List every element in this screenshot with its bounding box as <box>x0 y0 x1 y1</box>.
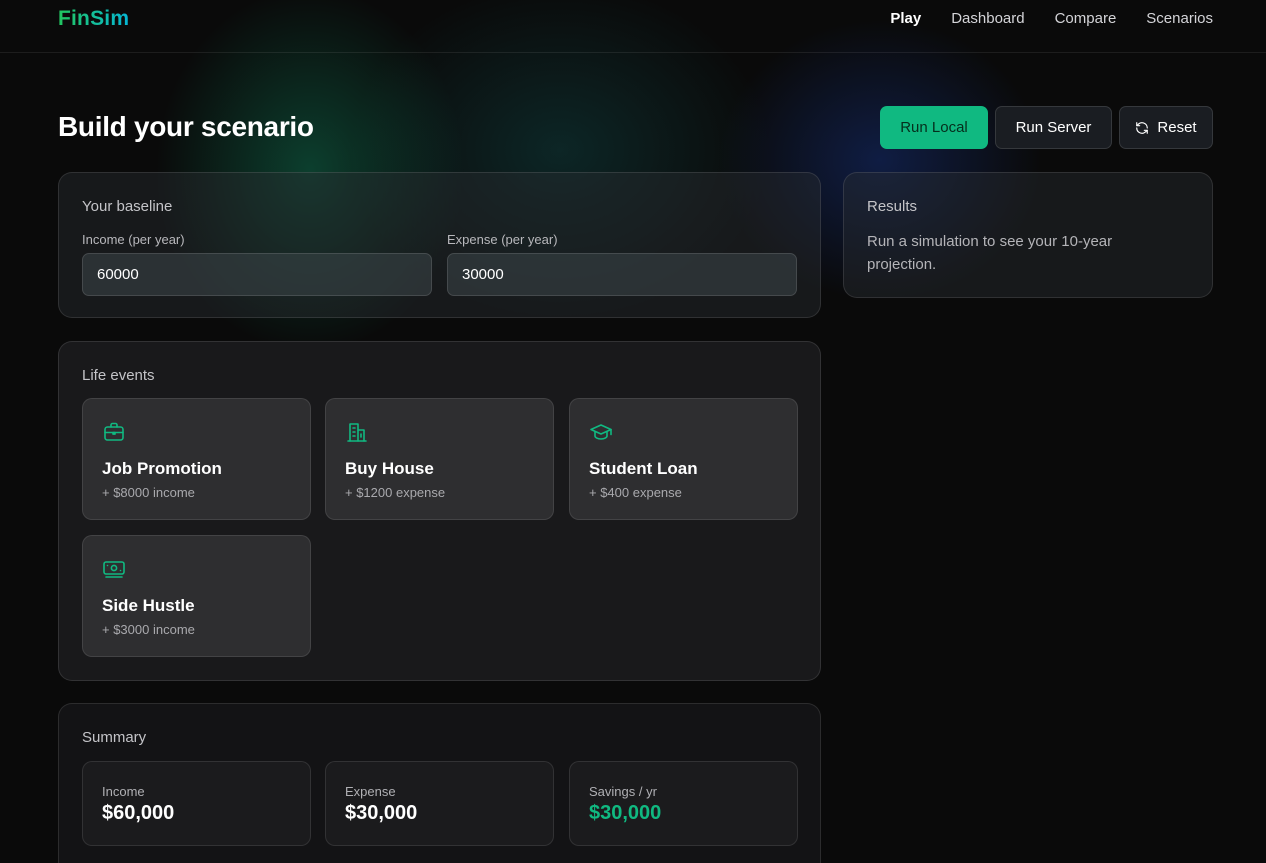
event-title: Student Loan <box>589 459 698 478</box>
event-subtitle: + $8000 income <box>102 485 195 500</box>
page-title: Build your scenario <box>58 111 314 142</box>
results-message: Run a simulation to see your 10-year pro… <box>867 233 1113 273</box>
expense-input[interactable] <box>447 253 797 296</box>
income-input[interactable] <box>82 253 432 296</box>
event-card-side-hustle[interactable]: Side Hustle + $3000 income <box>82 535 311 657</box>
reset-button[interactable]: Reset <box>1119 106 1213 149</box>
event-title: Job Promotion <box>102 459 222 478</box>
summary-value: $60,000 <box>102 802 175 824</box>
graduation-cap-icon <box>590 424 612 440</box>
summary-card-savings: Savings / yr $30,000 <box>569 761 798 846</box>
refresh-icon <box>1136 121 1149 134</box>
expense-label: Expense (per year) <box>447 232 558 247</box>
summary-value: $30,000 <box>345 802 418 824</box>
baseline-title: Your baseline <box>82 198 173 215</box>
house-icon <box>347 423 367 442</box>
event-card-buy-house[interactable]: Buy House + $1200 expense <box>325 398 554 520</box>
nav-item-play[interactable]: Play <box>890 10 921 28</box>
summary-label: Expense <box>345 784 396 799</box>
life-events-title: Life events <box>82 367 155 384</box>
reset-button-label: Reset <box>1157 119 1197 136</box>
summary-label: Income <box>102 784 145 799</box>
briefcase-icon <box>104 422 124 441</box>
main-content: Build your scenario Run Local Run Server… <box>0 0 1266 863</box>
summary-label: Savings / yr <box>589 784 657 799</box>
nav-item-scenarios[interactable]: Scenarios <box>1146 10 1213 28</box>
summary-card-income: Income $60,000 <box>82 761 311 846</box>
nav-item-compare[interactable]: Compare <box>1055 10 1117 28</box>
event-title: Buy House <box>345 459 434 478</box>
life-events-panel: Life events Job Promotion + $8000 income… <box>58 341 821 681</box>
event-title: Side Hustle <box>102 596 195 615</box>
results-title: Results <box>867 198 918 215</box>
event-card-student-loan[interactable]: Student Loan + $400 expense <box>569 398 798 520</box>
run-local-button[interactable]: Run Local <box>880 106 988 149</box>
summary-panel: Summary Income $60,000 Expense $30,000 S… <box>58 703 821 863</box>
main-nav: Play Dashboard Compare Scenarios <box>890 10 1213 28</box>
results-panel: Results Run a simulation to see your 10-… <box>843 172 1213 298</box>
summary-title: Summary <box>82 729 147 746</box>
event-subtitle: + $400 expense <box>589 485 682 500</box>
run-server-button[interactable]: Run Server <box>995 106 1112 149</box>
nav-item-dashboard[interactable]: Dashboard <box>951 10 1024 28</box>
summary-card-expense: Expense $30,000 <box>325 761 554 846</box>
event-subtitle: + $3000 income <box>102 622 195 637</box>
baseline-panel: Your baseline Income (per year) Expense … <box>58 172 821 318</box>
event-card-job-promotion[interactable]: Job Promotion + $8000 income <box>82 398 311 520</box>
banknote-icon <box>103 561 125 578</box>
summary-value: $30,000 <box>589 802 662 824</box>
top-navbar: FinSim Play Dashboard Compare Scenarios <box>0 0 1266 53</box>
event-subtitle: + $1200 expense <box>345 485 446 500</box>
brand-logo[interactable]: FinSim <box>58 7 129 31</box>
income-label: Income (per year) <box>82 232 185 247</box>
